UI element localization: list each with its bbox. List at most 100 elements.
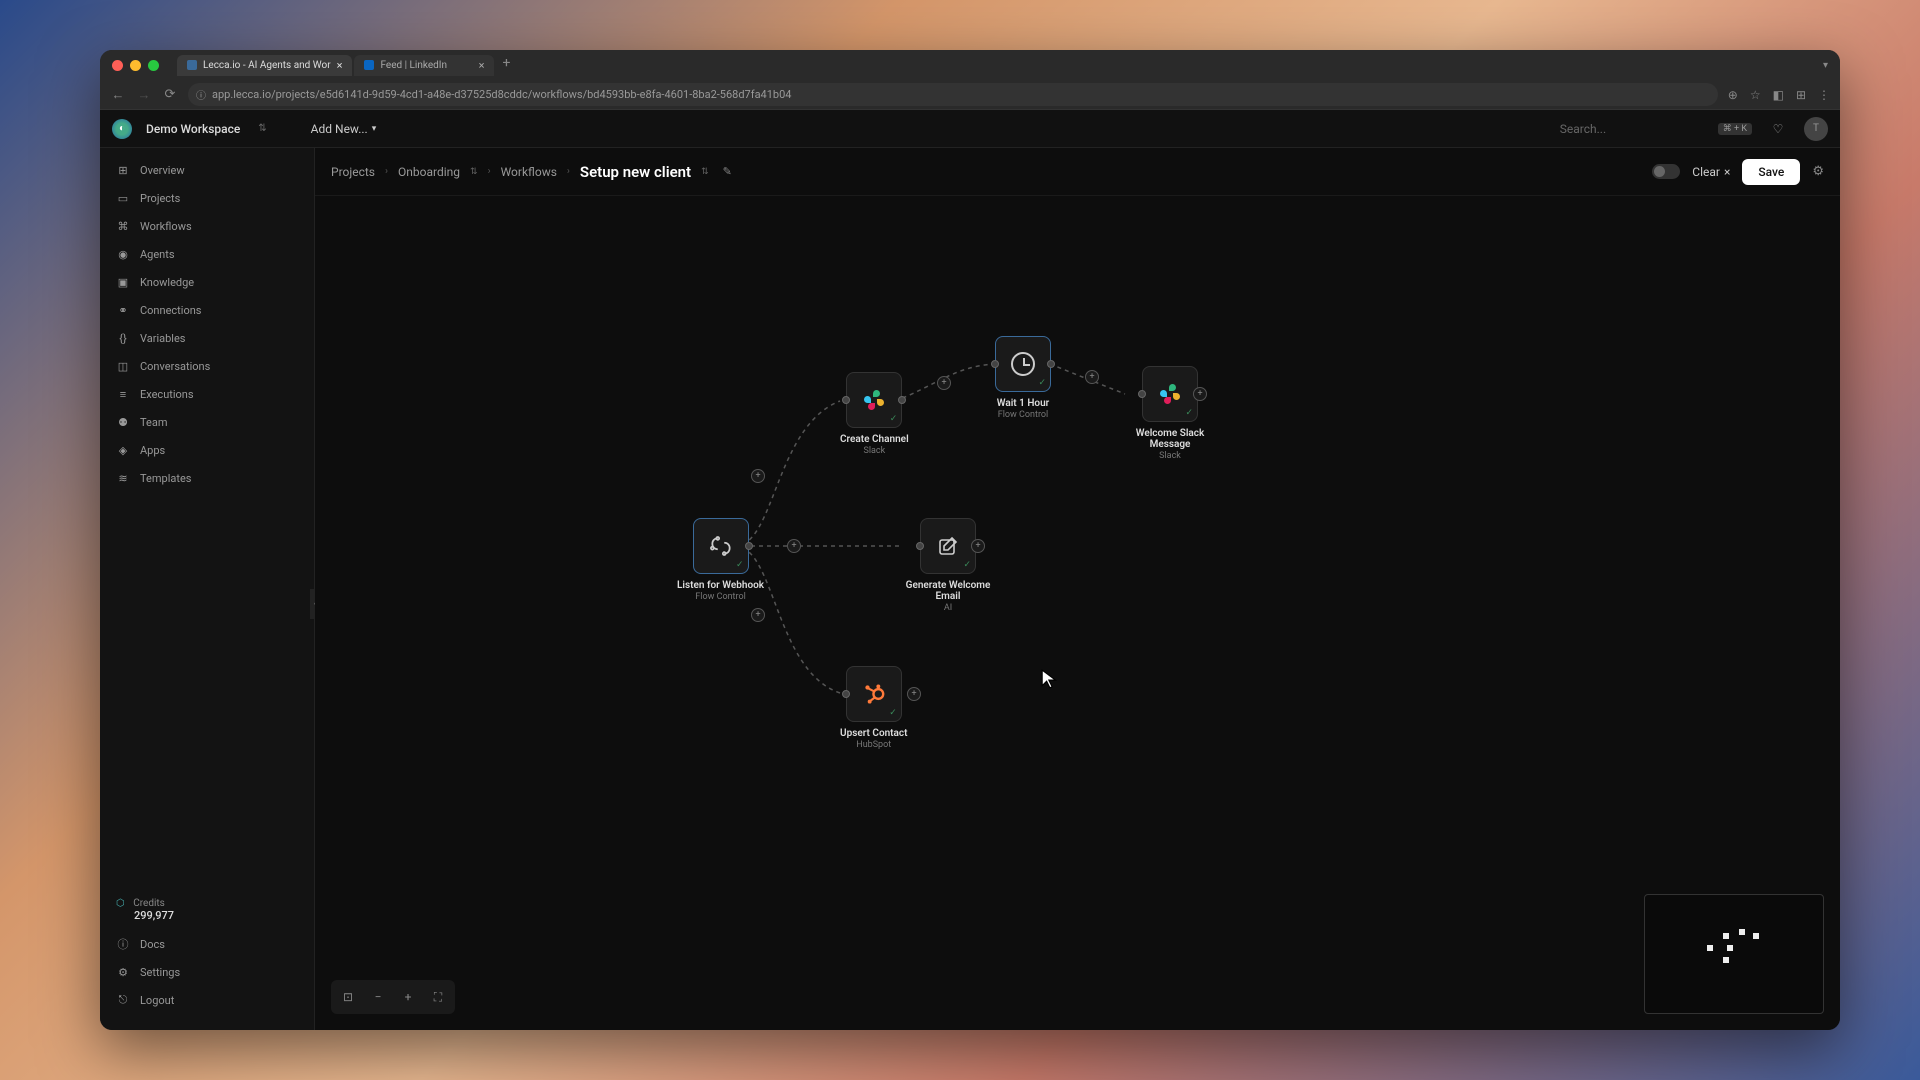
new-tab-button[interactable]: + <box>496 55 516 76</box>
site-info-icon[interactable]: ⓘ <box>196 87 206 102</box>
node-wait[interactable]: ✓ Wait 1 Hour Flow Control <box>995 336 1051 420</box>
minimap[interactable] <box>1644 894 1824 1014</box>
check-icon: ✓ <box>890 414 898 424</box>
logo-icon[interactable]: ◐ <box>112 119 132 139</box>
chevron-right-icon: › <box>488 166 491 177</box>
close-window-button[interactable] <box>112 60 123 71</box>
close-tab-icon[interactable]: × <box>479 59 485 72</box>
sidebar-item-conversations[interactable]: ◫Conversations <box>100 352 314 380</box>
sidebar-item-projects[interactable]: ▭Projects <box>100 184 314 212</box>
sidebar-item-workflows[interactable]: ⌘Workflows <box>100 212 314 240</box>
add-node-button[interactable]: + <box>971 539 985 553</box>
edges <box>315 196 1840 1030</box>
input-port[interactable] <box>1138 390 1146 398</box>
sidebar-item-variables[interactable]: {}Variables <box>100 324 314 352</box>
back-button[interactable]: ← <box>110 87 126 103</box>
sidebar-item-knowledge[interactable]: ▣Knowledge <box>100 268 314 296</box>
check-icon: ✓ <box>1038 378 1046 388</box>
clear-button[interactable]: Clear× <box>1692 165 1730 179</box>
sidebar-item-logout[interactable]: ⎋Logout <box>100 986 314 1014</box>
close-tab-icon[interactable]: × <box>337 59 343 72</box>
add-node-button[interactable]: + <box>907 687 921 701</box>
breadcrumb-workflows[interactable]: Workflows <box>501 165 557 179</box>
address-input[interactable]: ⓘ app.lecca.io/projects/e5d6141d-9d59-4c… <box>188 83 1718 106</box>
maximize-window-button[interactable] <box>148 60 159 71</box>
output-port[interactable] <box>1047 360 1055 368</box>
browser-window: Lecca.io - AI Agents and Wor × Feed | Li… <box>100 50 1840 1030</box>
compose-icon <box>936 534 960 558</box>
minimize-window-button[interactable] <box>130 60 141 71</box>
fullscreen-button[interactable]: ⛶ <box>427 986 449 1008</box>
add-node-button[interactable]: + <box>751 469 765 483</box>
breadcrumb-projects[interactable]: Projects <box>331 165 375 179</box>
book-icon: ▣ <box>116 275 130 289</box>
add-node-button[interactable]: + <box>937 376 951 390</box>
sidebar-item-connections[interactable]: ⚭Connections <box>100 296 314 324</box>
sidebar-item-settings[interactable]: ⚙Settings <box>100 958 314 986</box>
project-selector-icon[interactable]: ⇅ <box>470 167 478 177</box>
logout-icon: ⎋ <box>116 993 130 1007</box>
help-icon: ⓘ <box>116 937 130 951</box>
input-port[interactable] <box>842 396 850 404</box>
output-port[interactable] <box>745 542 753 550</box>
fit-view-button[interactable]: ⊡ <box>337 986 359 1008</box>
zoom-in-button[interactable]: + <box>397 986 419 1008</box>
titlebar: Lecca.io - AI Agents and Wor × Feed | Li… <box>100 50 1840 80</box>
node-upsert-contact[interactable]: ✓ Upsert Contact HubSpot <box>840 666 908 750</box>
chevron-down-icon: ▾ <box>372 124 377 134</box>
add-node-button[interactable]: + <box>1193 387 1207 401</box>
notifications-button[interactable]: ♡ <box>1766 117 1790 141</box>
browser-tab-linkedin[interactable]: Feed | LinkedIn × <box>354 55 494 76</box>
user-avatar[interactable]: T <box>1804 117 1828 141</box>
add-node-button[interactable]: + <box>1085 370 1099 384</box>
zoom-icon[interactable]: ⊕ <box>1728 88 1738 102</box>
save-button[interactable]: Save <box>1742 159 1800 185</box>
reload-button[interactable]: ⟳ <box>162 87 178 102</box>
input-port[interactable] <box>916 542 924 550</box>
slack-icon <box>1156 380 1184 408</box>
check-icon: ✓ <box>736 560 744 570</box>
node-listen-webhook[interactable]: ✓ Listen for Webhook Flow Control <box>677 518 764 602</box>
breadcrumb-project[interactable]: Onboarding <box>398 165 460 179</box>
add-new-button[interactable]: Add New... ▾ <box>311 122 377 136</box>
sidebar-item-templates[interactable]: ≋Templates <box>100 464 314 492</box>
workflow-selector-icon[interactable]: ⇅ <box>701 167 709 177</box>
extension-icon[interactable]: ◧ <box>1773 88 1784 102</box>
add-node-button[interactable]: + <box>751 608 765 622</box>
enable-toggle[interactable] <box>1652 164 1680 179</box>
link-icon: ⚭ <box>116 303 130 317</box>
url-bar: ← → ⟳ ⓘ app.lecca.io/projects/e5d6141d-9… <box>100 80 1840 110</box>
forward-button[interactable]: → <box>136 87 152 103</box>
sidebar-item-agents[interactable]: ◉Agents <box>100 240 314 268</box>
search-input[interactable]: Search... <box>1560 122 1700 136</box>
bookmark-icon[interactable]: ☆ <box>1750 88 1761 102</box>
tab-title: Lecca.io - AI Agents and Wor <box>203 60 331 71</box>
extensions-menu-icon[interactable]: ⊞ <box>1796 88 1806 102</box>
workspace-name[interactable]: Demo Workspace <box>146 122 240 136</box>
settings-button[interactable]: ⚙ <box>1812 164 1824 179</box>
sidebar-item-team[interactable]: ⚉Team <box>100 408 314 436</box>
bell-icon: ♡ <box>1773 122 1784 136</box>
expand-tabs-icon[interactable]: ▾ <box>1823 60 1828 71</box>
input-port[interactable] <box>842 690 850 698</box>
add-node-button[interactable]: + <box>787 539 801 553</box>
sidebar-item-overview[interactable]: ⊞Overview <box>100 156 314 184</box>
sidebar-item-apps[interactable]: ◈Apps <box>100 436 314 464</box>
sidebar-item-executions[interactable]: ≡Executions <box>100 380 314 408</box>
browser-menu-icon[interactable]: ⋮ <box>1818 88 1830 102</box>
zoom-out-button[interactable]: − <box>367 986 389 1008</box>
cursor-icon <box>1040 668 1062 694</box>
list-icon: ≡ <box>116 387 130 401</box>
sidebar: ⊞Overview ▭Projects ⌘Workflows ◉Agents ▣… <box>100 148 315 1030</box>
node-welcome-slack[interactable]: ✓ Welcome Slack Message Slack <box>1125 366 1215 461</box>
output-port[interactable] <box>898 396 906 404</box>
sidebar-item-docs[interactable]: ⓘDocs <box>100 930 314 958</box>
input-port[interactable] <box>991 360 999 368</box>
workspace-selector-icon[interactable]: ⇅ <box>258 123 266 134</box>
node-generate-email[interactable]: ✓ Generate Welcome Email AI <box>903 518 993 613</box>
node-create-channel[interactable]: ✓ Create Channel Slack <box>840 372 909 456</box>
browser-tab-lecca[interactable]: Lecca.io - AI Agents and Wor × <box>177 55 352 76</box>
check-icon: ✓ <box>889 708 897 718</box>
edit-name-button[interactable]: ✎ <box>723 165 732 178</box>
workflow-canvas[interactable]: ✓ Listen for Webhook Flow Control + + + <box>315 196 1840 1030</box>
